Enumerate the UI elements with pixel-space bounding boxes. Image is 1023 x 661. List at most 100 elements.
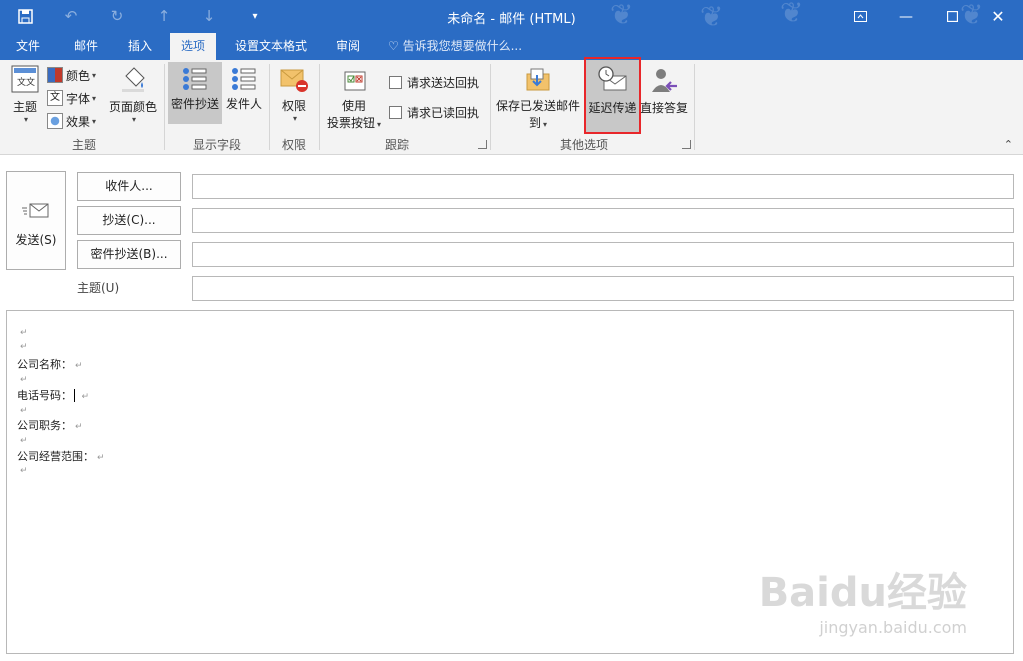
paragraph-mark-icon: ↵ (20, 342, 28, 352)
body-line: ↵ (17, 463, 28, 476)
body-line: 公司经营范围： ↵ (17, 450, 105, 463)
direct-replies-button[interactable]: 直接答复 (640, 66, 688, 132)
body-line: ↵ (17, 403, 28, 416)
paragraph-mark-icon: ↵ (20, 328, 28, 338)
bcc-field[interactable] (192, 242, 1014, 267)
direct-replies-label: 直接答复 (640, 101, 689, 115)
chevron-down-icon: ▾ (377, 120, 382, 129)
voting-label-line1: 使用 (341, 99, 366, 113)
page-color-label: 页面颜色 (108, 100, 157, 114)
cc-button[interactable]: 抄送(C)... (77, 206, 181, 235)
minimize-icon[interactable]: — (883, 0, 929, 33)
colors-icon (47, 67, 63, 83)
direct-replies-icon (652, 69, 677, 92)
body-line: ↵ (17, 339, 28, 352)
effects-button[interactable]: 效果 ▾ (47, 110, 96, 132)
chevron-down-icon: ▾ (292, 114, 297, 123)
collapse-ribbon-icon[interactable]: ⌃ (1004, 138, 1013, 151)
fonts-button[interactable]: 文 字体 ▾ (47, 87, 96, 109)
maximize-icon[interactable] (929, 0, 975, 33)
ribbon-tabs: 文件 邮件 插入 选项 设置文本格式 审阅 ♡ 告诉我您想要做什么... (0, 33, 1023, 60)
group-label-permission: 权限 (281, 138, 306, 152)
title-bar: ❦ ❦ ❦ ❦ ↶ ↻ ↑ ↓ ▾ 未命名 - 邮件 (HTML) — ✕ (0, 0, 1023, 33)
group-divider (490, 64, 491, 150)
subject-field[interactable] (192, 276, 1014, 301)
bcc-toggle-button[interactable]: 密件抄送 (168, 62, 222, 124)
save-sent-label-line2-row: 到 ▾ (494, 114, 582, 131)
tab-mail[interactable]: 邮件 (64, 33, 108, 60)
page-color-button[interactable]: 页面颜色 ▾ (106, 64, 160, 130)
paragraph-mark-icon: ↵ (20, 466, 28, 476)
read-receipt-label: 请求已读回执 (407, 105, 480, 120)
paragraph-mark-icon: ↵ (20, 436, 28, 446)
to-button[interactable]: 收件人... (77, 172, 181, 201)
dialog-launcher-icon[interactable] (478, 140, 487, 149)
close-icon[interactable]: ✕ (975, 0, 1021, 33)
delivery-receipt-checkbox[interactable]: 请求送达回执 (389, 71, 479, 93)
ribbon-display-icon[interactable] (837, 0, 883, 33)
colors-label: 颜色 (66, 68, 91, 83)
send-button[interactable]: 发送(S) (6, 171, 66, 270)
theme-button[interactable]: 文文 主题 ▾ (6, 64, 44, 130)
tab-options[interactable]: 选项 (170, 33, 216, 60)
colors-button[interactable]: 颜色 ▾ (47, 64, 96, 86)
lightbulb-icon: ♡ (388, 39, 399, 53)
delivery-receipt-label: 请求送达回执 (407, 75, 480, 90)
chevron-down-icon: ▾ (23, 115, 28, 124)
dialog-launcher-icon[interactable] (682, 140, 691, 149)
body-line: ↵ (17, 372, 28, 385)
group-divider (694, 64, 695, 150)
paragraph-mark-icon: ↵ (20, 406, 28, 416)
theme-label: 主题 (12, 100, 37, 114)
body-line: 公司名称： ↵ (17, 358, 83, 371)
group-label-show-fields: 显示字段 (192, 138, 241, 152)
from-icon (232, 68, 256, 90)
body-line: ↵ (17, 325, 28, 338)
chevron-down-icon: ▾ (131, 115, 136, 124)
subject-label: 主题(U) (77, 281, 120, 295)
tell-me-box[interactable]: ♡ 告诉我您想要做什么... (388, 33, 522, 60)
read-receipt-checkbox[interactable]: 请求已读回执 (389, 101, 479, 123)
voting-buttons-button[interactable]: 使用 投票按钮 ▾ (323, 66, 385, 132)
permission-button[interactable]: 权限 ▾ (273, 66, 315, 132)
bcc-icon (183, 68, 207, 90)
body-line: ↵ (17, 433, 28, 446)
save-sent-item-button[interactable]: 保存已发送邮件 到 ▾ (494, 66, 582, 132)
watermark-url: jingyan.baidu.com (819, 618, 967, 637)
effects-label: 效果 (66, 114, 91, 129)
to-field[interactable] (192, 174, 1014, 199)
cc-field[interactable] (192, 208, 1014, 233)
checkbox-icon (389, 75, 402, 89)
chevron-down-icon: ▾ (543, 120, 548, 129)
body-line: 电话号码： ↵ (17, 389, 90, 402)
group-label-theme: 主题 (71, 138, 96, 152)
paragraph-mark-icon: ↵ (20, 375, 28, 385)
paint-bucket-icon (122, 67, 145, 92)
tab-insert[interactable]: 插入 (118, 33, 162, 60)
svg-text:文文: 文文 (17, 76, 35, 88)
permission-label: 权限 (281, 99, 306, 113)
effects-icon (47, 113, 63, 129)
tab-format-text[interactable]: 设置文本格式 (228, 33, 314, 60)
bcc-label: 密件抄送 (170, 97, 219, 111)
paragraph-mark-icon: ↵ (75, 361, 83, 371)
save-sent-label-line2: 到 (528, 116, 541, 130)
send-envelope-icon (22, 203, 49, 218)
voting-label-line2: 投票按钮 (326, 116, 375, 130)
tab-review[interactable]: 审阅 (326, 33, 370, 60)
highlight-box (584, 57, 641, 134)
group-divider (164, 64, 165, 150)
checkbox-icon (389, 105, 402, 119)
voting-icon (344, 71, 366, 91)
paragraph-mark-icon: ↵ (81, 392, 90, 402)
permission-envelope-icon (280, 69, 308, 92)
send-label: 发送(S) (15, 233, 57, 247)
group-label-tracking: 跟踪 (384, 138, 409, 152)
paragraph-mark-icon: ↵ (97, 453, 105, 463)
from-toggle-button[interactable]: 发件人 (224, 62, 264, 124)
bcc-button[interactable]: 密件抄送(B)... (77, 240, 181, 269)
fonts-label: 字体 (66, 91, 91, 106)
tell-me-text: 告诉我您想要做什么... (402, 39, 523, 53)
body-line: 公司职务： ↵ (17, 419, 83, 432)
tab-file[interactable]: 文件 (6, 33, 50, 60)
